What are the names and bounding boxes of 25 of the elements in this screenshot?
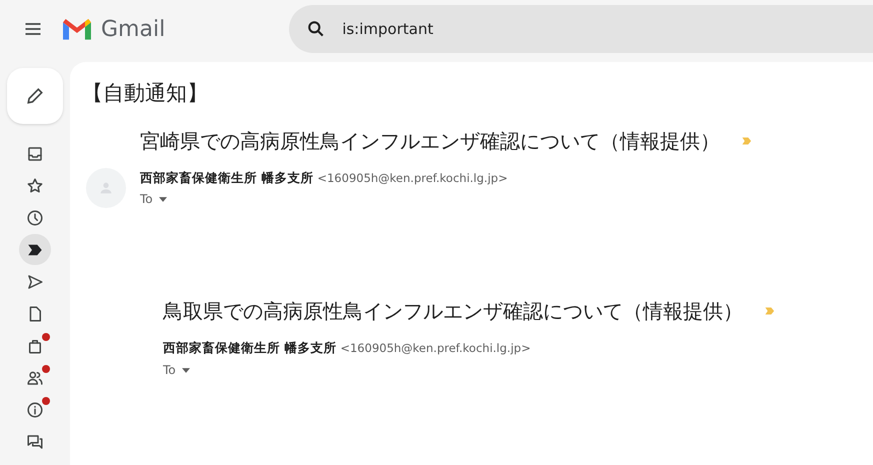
info-icon xyxy=(26,400,44,418)
email-subject: 宮崎県での高病原性鳥インフルエンザ確認について（情報提供） xyxy=(140,128,720,154)
compose-button[interactable] xyxy=(7,68,63,124)
search-field[interactable]: is:important xyxy=(342,18,642,40)
email-subject: 鳥取県での高病原性鳥インフルエンザ確認について（情報提供） xyxy=(163,298,743,326)
page-title: 【自動通知】 xyxy=(81,80,209,107)
sender-email: <160905h@ken.pref.kochi.lg.jp> xyxy=(317,170,508,186)
chat-icon xyxy=(26,432,44,450)
recipients-toggle[interactable]: To xyxy=(163,361,531,379)
caret-icon xyxy=(158,196,167,202)
send-icon xyxy=(26,272,44,290)
sender-email: <160905h@ken.pref.kochi.lg.jp> xyxy=(340,340,531,358)
app-name: Gmail xyxy=(101,16,166,44)
nav-item[interactable] xyxy=(19,234,51,265)
clock-icon xyxy=(26,208,44,226)
logo-icon xyxy=(61,17,93,41)
sender-name: 西部家畜保健衛生所 幡多支所 xyxy=(163,339,336,358)
search-bar[interactable]: is:important xyxy=(289,5,873,53)
recipients-toggle[interactable]: To xyxy=(140,190,508,208)
people-icon xyxy=(26,368,44,386)
sender-name: 西部家畜保健衛生所 幡多支所 xyxy=(140,168,314,186)
pencil-icon xyxy=(25,86,45,106)
inbox-icon xyxy=(26,144,44,162)
star-icon xyxy=(26,176,44,194)
caret-icon xyxy=(182,368,190,372)
